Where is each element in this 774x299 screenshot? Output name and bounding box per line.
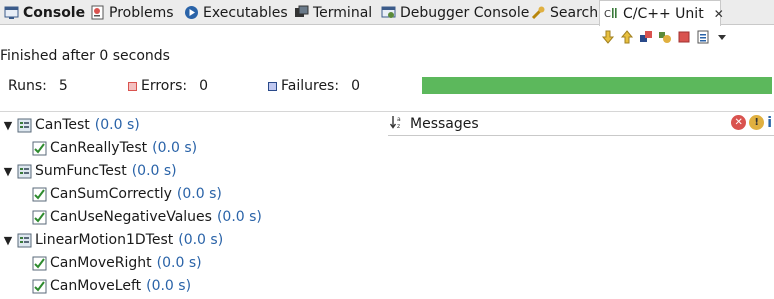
test-suite-icon xyxy=(17,233,32,248)
test-suite-icon xyxy=(17,164,32,179)
progress-bar xyxy=(422,77,772,94)
close-icon[interactable]: ✕ xyxy=(714,7,724,21)
test-name: CanReallyTest xyxy=(50,140,148,156)
expand-toggle-icon[interactable]: ▼ xyxy=(2,119,14,132)
test-pass-icon xyxy=(32,187,47,202)
failures-label: Failures: xyxy=(281,78,340,94)
unit-toolbar xyxy=(600,27,730,47)
test-name: CanSumCorrectly xyxy=(50,186,172,202)
test-time: (0.0 s) xyxy=(131,163,177,179)
tab-console-label: Console xyxy=(23,4,86,21)
messages-tools: ✕ ! i xyxy=(731,115,772,131)
history-icon[interactable] xyxy=(695,29,711,45)
test-time: (0.0 s) xyxy=(146,278,192,294)
test-name: LinearMotion1DTest xyxy=(35,232,174,248)
runs-counter: Runs: 5 xyxy=(8,78,68,94)
executables-icon xyxy=(184,5,199,20)
test-time: (0.0 s) xyxy=(176,186,222,202)
test-pass-icon xyxy=(32,256,47,271)
svg-text:C: C xyxy=(604,9,611,20)
search-icon xyxy=(531,5,546,20)
test-time: (0.0 s) xyxy=(156,255,202,271)
tab-executables[interactable]: Executables xyxy=(180,0,288,25)
run-status: Finished after 0 seconds xyxy=(0,48,170,64)
errors-label: Errors: xyxy=(141,78,188,94)
tab-cpp-unit-label: C/C++ Unit xyxy=(623,5,704,22)
failures-value: 0 xyxy=(351,78,360,94)
tab-cpp-unit[interactable]: C C/C++ Unit ✕ xyxy=(599,0,724,26)
test-time: (0.0 s) xyxy=(94,117,140,133)
test-time: (0.0 s) xyxy=(178,232,224,248)
tree-case-row[interactable]: CanReallyTest (0.0 s) xyxy=(32,137,197,159)
test-name: CanMoveRight xyxy=(50,255,152,271)
failure-icon xyxy=(268,81,277,91)
test-pass-icon xyxy=(32,210,47,225)
stop-icon[interactable] xyxy=(676,29,692,45)
error-icon xyxy=(128,81,137,91)
svg-text:a: a xyxy=(397,116,401,123)
tree-suite-row[interactable]: ▼ CanTest (0.0 s) xyxy=(2,114,140,136)
runs-label: Runs: xyxy=(8,78,47,94)
problems-icon xyxy=(90,5,105,20)
test-pass-icon xyxy=(32,279,47,294)
test-name: CanTest xyxy=(35,117,90,133)
console-icon xyxy=(4,5,19,20)
expand-toggle-icon[interactable]: ▼ xyxy=(2,165,14,178)
tab-problems[interactable]: Problems xyxy=(86,0,174,25)
warning-filter-icon[interactable]: ! xyxy=(749,115,765,130)
tab-problems-label: Problems xyxy=(109,4,174,21)
tree-case-row[interactable]: CanMoveLeft (0.0 s) xyxy=(32,275,191,297)
tab-bar: Console Problems Executables Terminal De… xyxy=(0,0,774,26)
runs-value: 5 xyxy=(58,78,68,94)
tab-search[interactable]: Search xyxy=(527,0,598,25)
terminal-icon xyxy=(294,5,309,20)
test-tree[interactable]: ▼ CanTest (0.0 s) CanReallyTest (0.0 s) … xyxy=(0,112,388,299)
rerun-icon[interactable] xyxy=(657,29,673,45)
tab-debugger-console[interactable]: Debugger Console xyxy=(377,0,529,25)
failures-counter: Failures: 0 xyxy=(268,78,360,94)
tab-debugger-console-label: Debugger Console xyxy=(400,4,530,21)
debugger-console-icon xyxy=(381,5,396,20)
test-time: (0.0 s) xyxy=(152,140,198,156)
tab-terminal-label: Terminal xyxy=(313,4,373,21)
tab-console[interactable]: Console xyxy=(0,0,85,25)
sort-icon[interactable]: az xyxy=(389,115,406,133)
view-menu-icon[interactable] xyxy=(714,29,730,45)
messages-title: Messages xyxy=(410,115,479,132)
tree-suite-row[interactable]: ▼ LinearMotion1DTest (0.0 s) xyxy=(2,229,223,251)
tab-executables-label: Executables xyxy=(203,4,288,21)
previous-failure-icon[interactable] xyxy=(619,29,635,45)
messages-header: az Messages ✕ ! i xyxy=(388,112,774,136)
error-filter-icon[interactable]: ✕ xyxy=(731,115,747,130)
next-failure-icon[interactable] xyxy=(600,29,616,45)
errors-value: 0 xyxy=(199,78,209,94)
expand-toggle-icon[interactable]: ▼ xyxy=(2,234,14,247)
tree-case-row[interactable]: CanUseNegativeValues (0.0 s) xyxy=(32,206,262,228)
svg-text:z: z xyxy=(397,123,400,129)
errors-counter: Errors: 0 xyxy=(128,78,208,94)
tab-search-label: Search xyxy=(550,4,599,21)
show-failures-only-icon[interactable] xyxy=(638,29,654,45)
tree-case-row[interactable]: CanMoveRight (0.0 s) xyxy=(32,252,202,274)
test-suite-icon xyxy=(17,118,32,133)
test-name: CanMoveLeft xyxy=(50,278,142,294)
tree-suite-row[interactable]: ▼ SumFuncTest (0.0 s) xyxy=(2,160,177,182)
test-name: CanUseNegativeValues xyxy=(50,209,212,225)
cpp-unit-icon: C xyxy=(604,6,619,21)
test-pass-icon xyxy=(32,141,47,156)
test-time: (0.0 s) xyxy=(216,209,262,225)
info-filter-icon[interactable]: i xyxy=(767,115,772,131)
tab-terminal[interactable]: Terminal xyxy=(290,0,372,25)
test-name: SumFuncTest xyxy=(35,163,127,179)
tree-case-row[interactable]: CanSumCorrectly (0.0 s) xyxy=(32,183,222,205)
